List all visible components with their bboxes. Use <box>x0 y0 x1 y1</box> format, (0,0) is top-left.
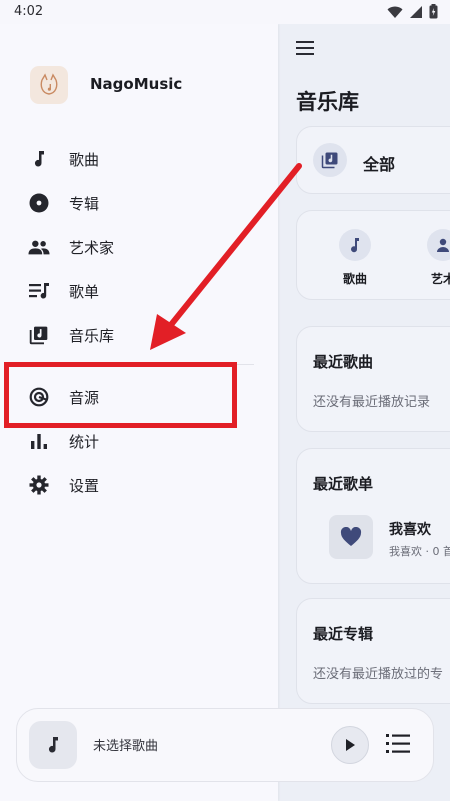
mini-player[interactable]: 未选择歌曲 <box>16 708 434 782</box>
nav-label: 统计 <box>69 433 100 451</box>
nav-label: 音乐库 <box>69 327 115 345</box>
highlight-box <box>4 362 237 428</box>
play-button[interactable] <box>331 726 369 764</box>
playlist-icon <box>28 280 50 302</box>
recent-albums-card[interactable]: 最近专辑 还没有最近播放过的专 <box>296 598 450 704</box>
music-note-icon <box>29 721 77 769</box>
nav-item-albums[interactable]: 专辑 <box>0 181 278 225</box>
play-icon <box>346 739 355 751</box>
app-name: NagoMusic <box>90 75 183 93</box>
nav-label: 设置 <box>69 477 100 495</box>
cell-signal-icon <box>410 5 422 18</box>
menu-icon[interactable] <box>296 38 318 58</box>
all-label: 全部 <box>363 155 396 174</box>
recent-songs-empty: 还没有最近播放记录 <box>313 395 431 410</box>
category-label: 歌曲 <box>342 272 367 286</box>
category-songs[interactable]: 歌曲 <box>327 229 383 287</box>
nav-item-settings[interactable]: 设置 <box>0 463 278 507</box>
now-playing-text: 未选择歌曲 <box>93 739 159 754</box>
recent-playlists-card: 最近歌单 我喜欢 我喜欢 · 0 首 <box>296 448 450 584</box>
nav-label: 专辑 <box>69 195 100 213</box>
nav-item-songs[interactable]: 歌曲 <box>0 137 278 181</box>
library-icon <box>313 143 347 177</box>
recent-songs-title: 最近歌曲 <box>313 353 374 371</box>
nav-label: 艺术家 <box>69 239 115 257</box>
status-icons <box>387 4 438 19</box>
recent-albums-empty: 还没有最近播放过的专 <box>313 667 444 682</box>
music-note-icon <box>28 148 50 170</box>
category-label: 艺术 <box>430 272 450 286</box>
category-card: 歌曲 艺术 <box>296 210 450 300</box>
library-icon <box>28 324 50 346</box>
playlist-name[interactable]: 我喜欢 <box>389 519 431 539</box>
page-title: 音乐库 <box>296 90 359 114</box>
recent-playlists-title: 最近歌单 <box>313 475 374 493</box>
library-page: 音乐库 全部 歌曲 艺术 最近歌曲 还没有最近播放记录 最近歌单 我喜欢 我喜欢… <box>278 24 450 801</box>
nav-label: 歌单 <box>69 283 100 301</box>
bar-chart-icon <box>28 430 50 452</box>
recent-songs-card[interactable]: 最近歌曲 还没有最近播放记录 <box>296 326 450 432</box>
battery-icon <box>429 4 438 19</box>
all-card[interactable]: 全部 <box>296 126 450 194</box>
person-icon <box>427 229 450 261</box>
nav-item-library[interactable]: 音乐库 <box>0 313 278 357</box>
recent-albums-title: 最近专辑 <box>313 625 374 643</box>
people-icon <box>28 236 50 258</box>
album-icon <box>28 192 50 214</box>
category-artists[interactable]: 艺术 <box>415 229 450 287</box>
status-time: 4:02 <box>14 4 44 19</box>
app-logo <box>30 66 68 104</box>
status-bar: 4:02 <box>0 0 450 24</box>
music-note-icon <box>339 229 371 261</box>
nav-item-playlists[interactable]: 歌单 <box>0 269 278 313</box>
nav-label: 歌曲 <box>69 151 100 169</box>
heart-icon[interactable] <box>329 515 373 559</box>
nav-item-artists[interactable]: 艺术家 <box>0 225 278 269</box>
playlist-meta: 我喜欢 · 0 首 <box>389 545 450 558</box>
wifi-icon <box>387 6 403 18</box>
gear-icon <box>28 474 50 496</box>
queue-list-icon[interactable] <box>385 731 411 757</box>
